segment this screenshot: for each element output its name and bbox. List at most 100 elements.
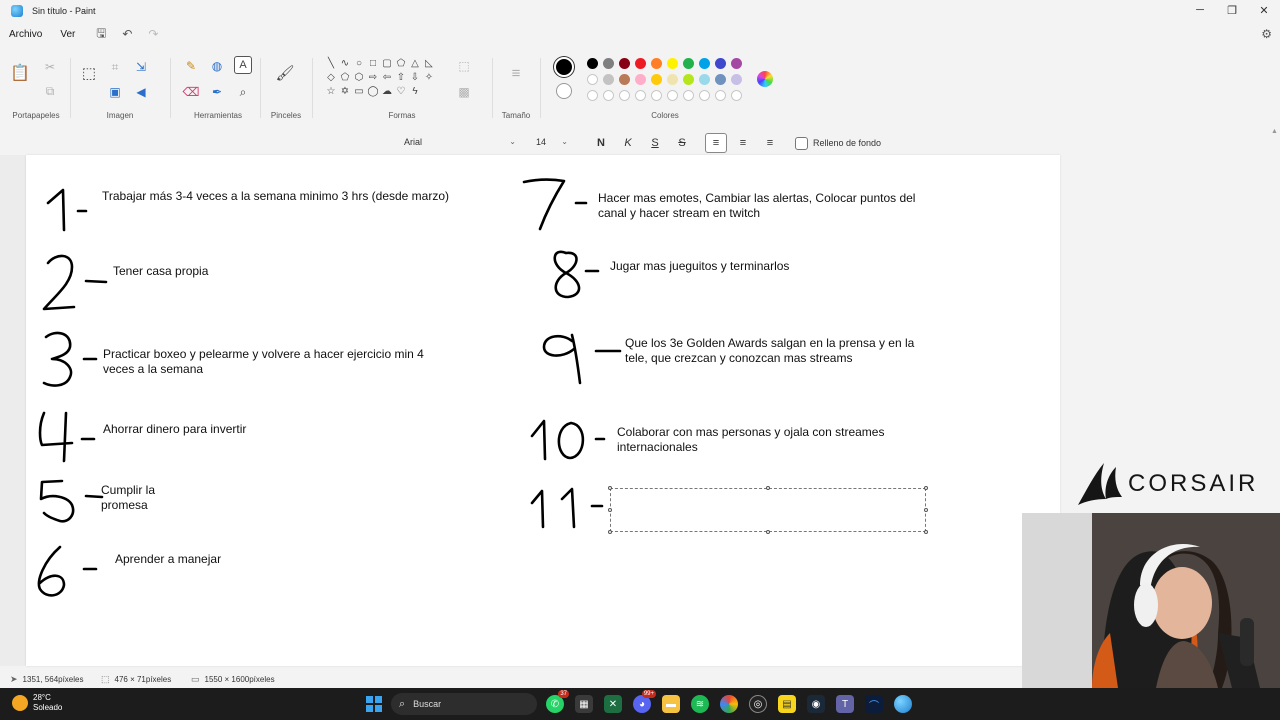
whatsapp-icon[interactable]: ✆ 37 [546, 690, 569, 713]
taskbar-search[interactable]: ⌕ Buscar [391, 693, 537, 715]
align-right-button[interactable]: ≡ [759, 133, 781, 153]
resize-handle[interactable] [924, 508, 928, 512]
cut-icon[interactable]: ✂ [41, 58, 59, 76]
undo-icon[interactable]: ↶ [118, 27, 136, 41]
color-swatch[interactable] [731, 58, 742, 69]
text-input-box[interactable] [608, 486, 928, 534]
star4-shape-icon[interactable]: ✧ [422, 71, 436, 85]
custom-color-slot[interactable] [667, 90, 678, 101]
fill-icon[interactable]: ◍ [208, 57, 226, 75]
underline-button[interactable]: S [644, 133, 666, 153]
font-size-select[interactable]: 14 ⌄ [530, 133, 574, 153]
menu-ver[interactable]: Ver [51, 29, 84, 40]
close-button[interactable]: ✕ [1248, 0, 1280, 20]
color-swatch[interactable] [731, 74, 742, 85]
color-swatch[interactable] [587, 58, 598, 69]
line-size-icon[interactable]: ≡ [507, 64, 525, 82]
custom-color-slot[interactable] [619, 90, 630, 101]
bold-button[interactable]: N [590, 133, 612, 153]
pencil-icon[interactable]: ✎ [182, 57, 200, 75]
rotate-icon[interactable]: ◀ [132, 83, 150, 101]
image-tool-icon[interactable]: ▣ [106, 83, 124, 101]
color-swatch[interactable] [635, 74, 646, 85]
spotify-icon[interactable]: ≋ [691, 695, 709, 713]
magnifier-icon[interactable]: ⌕ [234, 83, 252, 101]
right-triangle-shape-icon[interactable]: ◺ [422, 57, 436, 71]
color-swatch[interactable] [699, 58, 710, 69]
background-fill-checkbox[interactable] [795, 137, 808, 150]
custom-color-slot[interactable] [731, 90, 742, 101]
arrow-right-shape-icon[interactable]: ⇨ [366, 71, 380, 85]
custom-color-slot[interactable] [635, 90, 646, 101]
line-shape-icon[interactable]: ╲ [324, 57, 338, 71]
strikethrough-button[interactable]: S [671, 133, 693, 153]
color-swatch[interactable] [667, 58, 678, 69]
hexagon-shape-icon[interactable]: ⬡ [352, 71, 366, 85]
crop-icon[interactable]: ⌗ [106, 58, 124, 76]
rounded-rect-shape-icon[interactable]: ▢ [380, 57, 394, 71]
edit-colors-icon[interactable] [757, 71, 773, 87]
italic-button[interactable]: K [617, 133, 639, 153]
diamond-shape-icon[interactable]: ◇ [324, 71, 338, 85]
scroll-up-icon[interactable]: ▲ [1271, 128, 1278, 135]
color-swatch[interactable] [699, 74, 710, 85]
callout-cloud-shape-icon[interactable]: ☁ [380, 85, 394, 99]
sticky-notes-icon[interactable]: ▤ [778, 695, 796, 713]
maximize-button[interactable]: ❐ [1216, 0, 1248, 20]
chrome-icon[interactable] [720, 695, 738, 713]
task-view-icon[interactable]: ▦ [575, 695, 593, 713]
oval-shape-icon[interactable]: ○ [352, 57, 366, 71]
arrow-down-shape-icon[interactable]: ⇩ [408, 71, 422, 85]
teams-icon[interactable]: T [836, 695, 854, 713]
discord-icon[interactable]: ◕ 99+ [633, 690, 656, 713]
lightning-shape-icon[interactable]: ϟ [408, 85, 422, 99]
primary-color[interactable] [554, 57, 574, 77]
custom-color-slot[interactable] [699, 90, 710, 101]
save-icon[interactable]: 🖫 [92, 24, 110, 45]
text-tool-icon[interactable]: A [234, 56, 252, 74]
resize-handle[interactable] [766, 530, 770, 534]
resize-handle[interactable] [608, 486, 612, 490]
color-swatch[interactable] [651, 58, 662, 69]
custom-color-slot[interactable] [715, 90, 726, 101]
resize-handle[interactable] [766, 486, 770, 490]
color-swatch[interactable] [651, 74, 662, 85]
arrow-left-shape-icon[interactable]: ⇦ [380, 71, 394, 85]
color-swatch[interactable] [715, 58, 726, 69]
file-explorer-icon[interactable]: ▬ [662, 695, 680, 713]
secondary-color[interactable] [556, 83, 572, 99]
settings-share-icon[interactable]: ⚙ [1261, 27, 1272, 41]
color-picker-icon[interactable]: ✒ [208, 83, 226, 101]
start-button[interactable] [365, 695, 383, 713]
steam-icon[interactable]: ◉ [807, 695, 825, 713]
rectangle-shape-icon[interactable]: □ [366, 57, 380, 71]
stream-app-icon[interactable]: ⌒ [865, 695, 883, 713]
color-swatch[interactable] [603, 58, 614, 69]
custom-color-slot[interactable] [587, 90, 598, 101]
minimize-button[interactable]: ─ [1184, 0, 1216, 20]
pentagon-shape-icon[interactable]: ⬠ [338, 71, 352, 85]
resize-handle[interactable] [924, 486, 928, 490]
color-swatch[interactable] [667, 74, 678, 85]
heart-shape-icon[interactable]: ♡ [394, 85, 408, 99]
weather-widget[interactable]: 28°C Soleado [12, 693, 62, 713]
select-icon[interactable]: ⬚ [80, 64, 98, 82]
paint-taskbar-icon[interactable] [894, 695, 912, 713]
custom-color-slot[interactable] [683, 90, 694, 101]
color-swatch[interactable] [715, 74, 726, 85]
resize-handle[interactable] [924, 530, 928, 534]
align-center-button[interactable]: ≡ [732, 133, 754, 153]
copy-icon[interactable]: ⧉ [41, 82, 59, 100]
curve-shape-icon[interactable]: ∿ [338, 57, 352, 71]
obs-icon[interactable]: ◎ [749, 695, 767, 713]
triangle-shape-icon[interactable]: △ [408, 57, 422, 71]
menu-archivo[interactable]: Archivo [0, 29, 51, 40]
eraser-icon[interactable]: ⌫ [182, 83, 200, 101]
color-swatch[interactable] [683, 74, 694, 85]
redo-icon[interactable]: ↷ [144, 27, 162, 41]
color-swatch[interactable] [587, 74, 598, 85]
custom-color-slot[interactable] [651, 90, 662, 101]
align-left-button[interactable]: ≡ [705, 133, 727, 153]
brush-icon[interactable]: 🖌 [275, 64, 294, 82]
resize-handle[interactable] [608, 508, 612, 512]
